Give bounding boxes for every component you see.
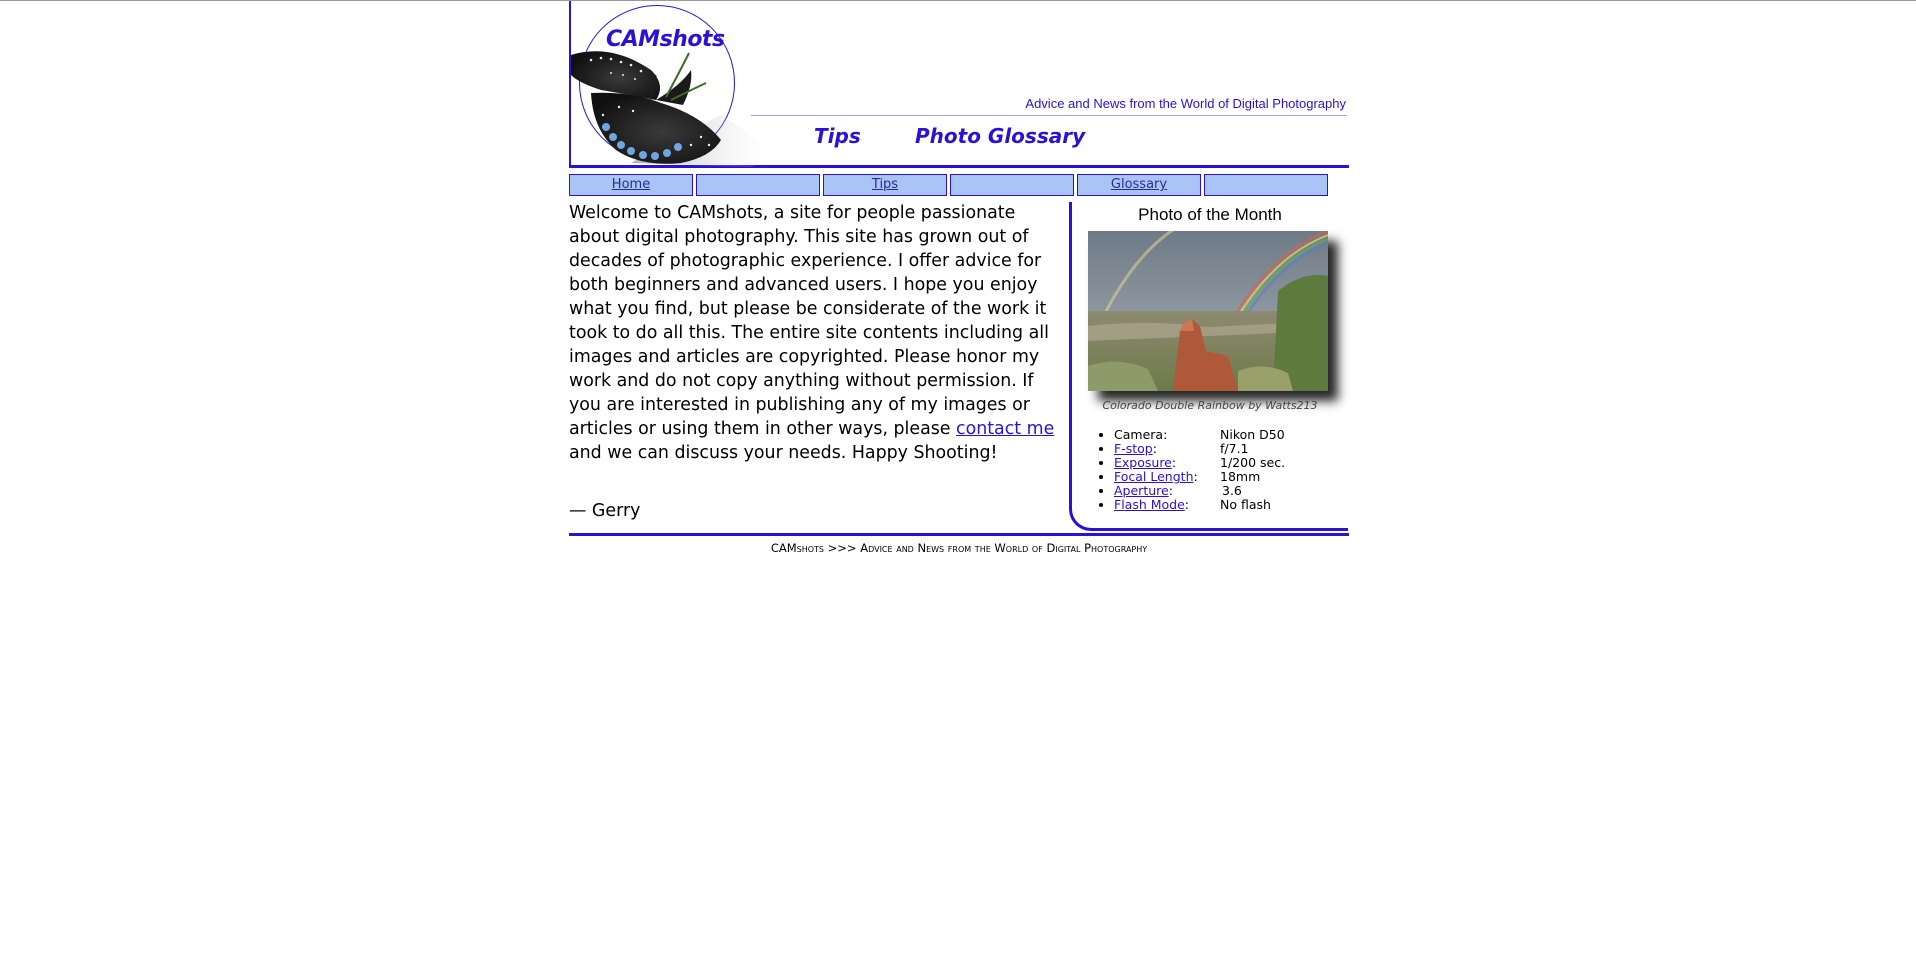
tagline-divider — [751, 115, 1347, 116]
spec-label: Exposure: — [1114, 455, 1177, 470]
welcome-text-part: and we can discuss your needs. Happy Sho… — [569, 443, 998, 463]
spec-value: 3.6 — [1222, 483, 1242, 498]
focal-length-link[interactable]: Focal Length — [1114, 469, 1194, 484]
footer-divider — [569, 533, 1349, 536]
spec-label: Flash Mode: — [1114, 497, 1190, 512]
spec-value: f/7.1 — [1220, 441, 1249, 456]
spec-item: Exposure: 1/200 sec. — [1114, 456, 1314, 470]
spec-value: No flash — [1220, 497, 1271, 512]
nav-item-home[interactable]: Home — [569, 174, 693, 196]
spec-item: Camera: Nikon D50 — [1114, 428, 1314, 442]
header-glossary-link[interactable]: Photo Glossary — [915, 124, 1085, 148]
signature: — Gerry — [569, 501, 641, 521]
spec-item: Focal Length: 18mm — [1114, 470, 1314, 484]
nav-item-tips[interactable]: Tips — [823, 174, 947, 196]
site-footer: CAMshots >>> Advice and News from the Wo… — [770, 541, 1148, 555]
welcome-text-part: Welcome to CAMshots, a site for people p… — [569, 203, 1049, 439]
nav-item-label[interactable]: Glossary — [1111, 177, 1167, 192]
nav-item-label[interactable]: Home — [612, 177, 650, 192]
nav-bar: Home Tips Glossary — [569, 174, 1349, 196]
header-tips-link[interactable]: Tips — [814, 124, 861, 148]
spec-item: Flash Mode: No flash — [1114, 498, 1314, 512]
nav-item-glossary[interactable]: Glossary — [1077, 174, 1201, 196]
page: CAMshots Advice and News from the World … — [569, 1, 1349, 561]
f-stop-link[interactable]: F-stop — [1114, 441, 1153, 456]
photo-of-month-title: Photo of the Month — [1138, 205, 1282, 224]
spec-label: Camera: — [1114, 427, 1168, 442]
nav-item-empty[interactable] — [696, 174, 820, 196]
welcome-text: Welcome to CAMshots, a site for people p… — [569, 201, 1059, 465]
nav-item-label[interactable]: Tips — [872, 177, 898, 192]
spec-value: 18mm — [1220, 469, 1261, 484]
spec-value: Nikon D50 — [1220, 427, 1285, 442]
site-logo-text[interactable]: CAMshots — [606, 27, 725, 52]
nav-item-empty[interactable] — [950, 174, 1074, 196]
spec-item: F-stop: f/7.1 — [1114, 442, 1314, 456]
aperture-link[interactable]: Aperture — [1114, 483, 1169, 498]
spec-label: F-stop: — [1114, 441, 1157, 456]
spec-value: 1/200 sec. — [1220, 455, 1286, 470]
photo-specs-list: Camera: Nikon D50 F-stop: f/7.1 Exposure: 1… — [1094, 428, 1314, 512]
photo-of-month-panel: Photo of the Month Colorado Double Rainb… — [1069, 202, 1348, 531]
site-header: CAMshots Advice and News from the World … — [569, 1, 1349, 168]
spec-item: Aperture: 3.6 — [1114, 484, 1314, 498]
spec-label: Aperture: — [1114, 483, 1173, 498]
nav-item-empty[interactable] — [1204, 174, 1328, 196]
exposure-link[interactable]: Exposure — [1114, 455, 1172, 470]
butterfly-logo-image — [571, 51, 781, 167]
spec-label: Focal Length: — [1114, 469, 1198, 484]
rainbow-photo[interactable] — [1088, 231, 1328, 391]
photo-caption: Colorado Double Rainbow by Watts213 — [1102, 399, 1318, 412]
flash-mode-link[interactable]: Flash Mode — [1114, 497, 1185, 512]
site-tagline: Advice and News from the World of Digita… — [1025, 96, 1346, 111]
contact-me-link[interactable]: contact me — [956, 419, 1054, 439]
